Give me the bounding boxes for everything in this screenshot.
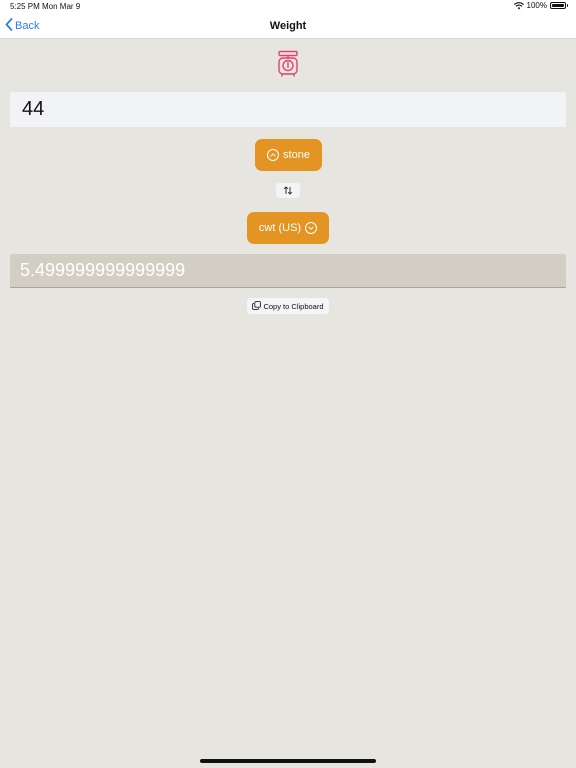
to-unit-button[interactable]: cwt (US) [247,212,329,244]
status-time: 5:25 PM [10,2,40,11]
navigation-bar: Weight Back [0,14,576,39]
page-title: Weight [269,20,307,32]
back-label: Back [15,20,40,32]
status-bar: 5:25 PM Mon Mar 9 100% [0,0,576,14]
from-unit-label: stone [283,149,310,161]
battery-tip [566,4,568,7]
status-indicators: 100% [513,1,568,10]
scale-icon [276,50,300,78]
copy-icon [252,300,262,312]
value-input[interactable] [10,92,566,127]
battery-fill [552,4,564,7]
battery-percent: 100% [526,1,547,10]
wifi-icon [513,1,524,10]
swap-arrows-icon [283,182,293,200]
chevron-left-icon [5,18,13,34]
back-button[interactable]: Back [5,18,39,34]
status-date: Mon Mar 9 [42,2,81,11]
battery-icon [550,2,568,9]
from-unit-button[interactable]: stone [255,139,322,171]
screen: 5:25 PM Mon Mar 9 100% Weight Back 44 st… [0,0,576,768]
to-unit-label: cwt (US) [258,222,302,234]
swap-units-button[interactable] [276,183,300,198]
chevron-up-circle-icon [267,149,280,161]
home-indicator[interactable] [200,759,376,763]
result-field: 5.499999999999999 [10,254,566,288]
copy-to-clipboard-button[interactable]: Copy to Clipboard [247,298,329,314]
result-value: 5.499999999999999 [20,260,186,280]
copy-label: Copy to Clipboard [263,301,324,311]
chevron-down-circle-icon [305,222,318,234]
